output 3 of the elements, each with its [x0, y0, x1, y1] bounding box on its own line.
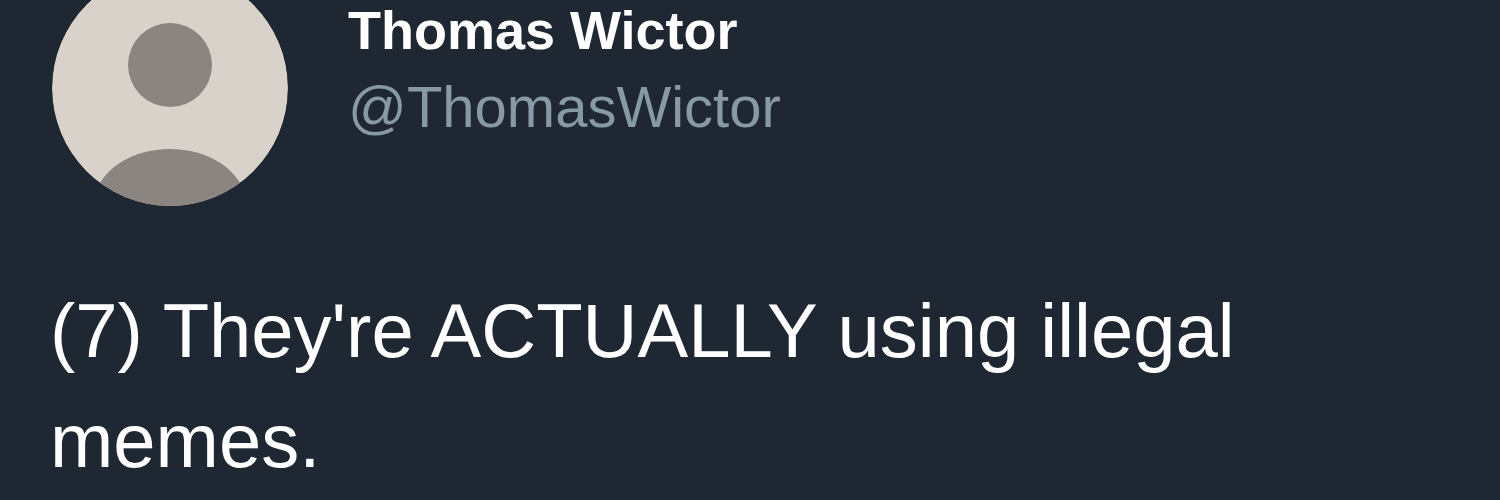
tweet-text: (7) They're ACTUALLY using illegal memes. — [49, 287, 1236, 485]
author-handle: @ThomasWictor — [348, 74, 781, 140]
author-name: Thomas Wictor — [348, 0, 739, 60]
